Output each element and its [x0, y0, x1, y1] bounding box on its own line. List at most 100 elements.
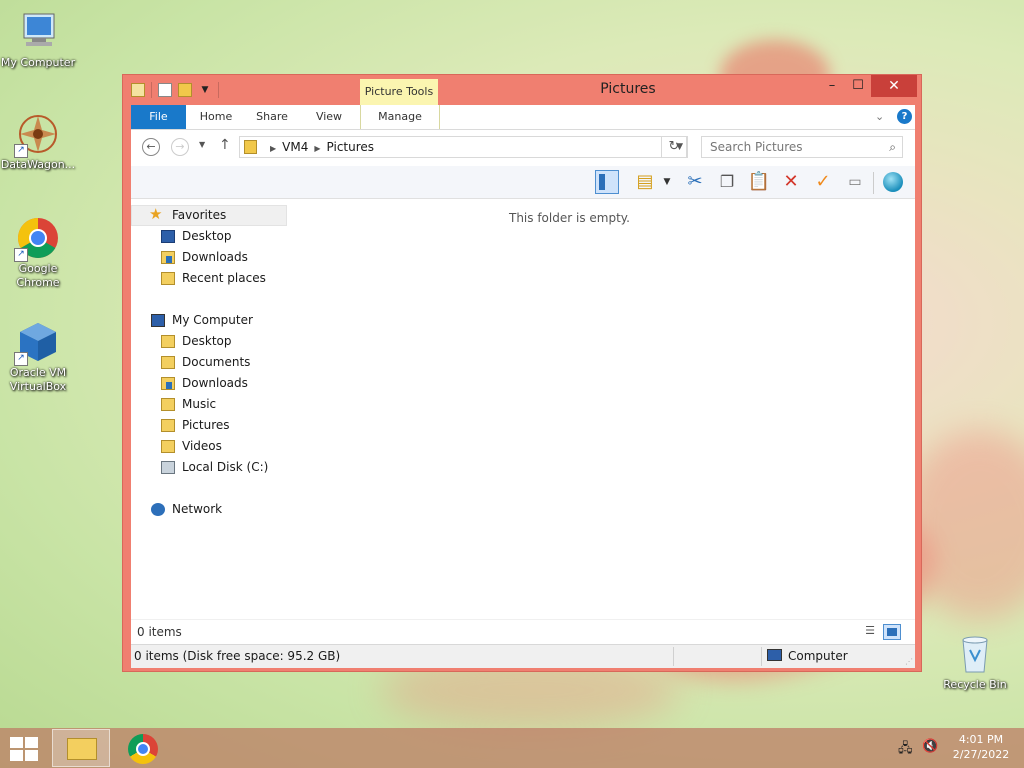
- search-input[interactable]: Search Pictures ⌕: [701, 136, 903, 158]
- preview-pane-button[interactable]: [595, 170, 619, 194]
- desktop-icon-recycle-bin[interactable]: Recycle Bin: [935, 632, 1015, 692]
- up-button[interactable]: ↑: [219, 137, 231, 153]
- nav-computer-desktop[interactable]: Desktop: [131, 331, 287, 352]
- page-icon[interactable]: [158, 83, 172, 97]
- title-bar[interactable]: ▼ Picture Tools Pictures – ☐ ✕: [123, 75, 921, 105]
- recycle-bin-icon: [953, 632, 997, 676]
- computer-icon: [16, 10, 60, 54]
- delete-icon[interactable]: ✕: [779, 170, 803, 194]
- network-tray-icon[interactable]: 🖧: [898, 739, 913, 761]
- nav-label: Favorites: [172, 208, 227, 222]
- tab-view[interactable]: View: [303, 105, 355, 129]
- clock-time: 4:01 PM: [958, 733, 1004, 746]
- nav-label: Downloads: [182, 250, 248, 264]
- status-divider: [673, 647, 674, 666]
- close-button[interactable]: ✕: [871, 75, 917, 97]
- large-icons-view-icon[interactable]: [883, 624, 901, 640]
- help-icon[interactable]: ?: [897, 109, 912, 124]
- command-toolbar: ▤ ▼ ✂ ❐ 📋 ✕ ✓ ▭: [131, 166, 915, 199]
- nav-computer-music[interactable]: Music: [131, 394, 287, 415]
- new-folder-icon[interactable]: [178, 83, 192, 97]
- nav-network[interactable]: Network: [131, 499, 287, 520]
- datawagon-icon: ↗: [14, 112, 60, 158]
- item-count: 0 items: [137, 625, 182, 639]
- nav-computer-videos[interactable]: Videos: [131, 436, 287, 457]
- copy-icon[interactable]: ❐: [715, 170, 739, 194]
- window-title: Pictures: [600, 81, 656, 97]
- nav-favorites-recent-places[interactable]: Recent places: [131, 268, 287, 289]
- nav-computer-downloads[interactable]: Downloads: [131, 373, 287, 394]
- address-field[interactable]: ▶ VM4 ▶ Pictures ▼: [239, 136, 688, 158]
- quick-access-toolbar: ▼: [131, 82, 219, 98]
- folder-properties-icon[interactable]: [131, 83, 145, 97]
- paste-icon[interactable]: 📋: [747, 170, 771, 194]
- search-placeholder: Search Pictures: [710, 140, 803, 154]
- music-folder-icon: [161, 398, 175, 411]
- breadcrumb-separator-icon[interactable]: ▶: [270, 144, 276, 153]
- desktop-folder-icon: [161, 335, 175, 348]
- nav-computer-local-disk[interactable]: Local Disk (C:): [131, 457, 287, 478]
- desktop-icon-label: Google Chrome: [16, 262, 60, 289]
- taskbar-file-explorer[interactable]: [52, 729, 110, 767]
- properties-chevron-down-icon[interactable]: ▼: [661, 170, 673, 194]
- tab-file[interactable]: File: [131, 105, 186, 129]
- nav-favorites-downloads[interactable]: Downloads: [131, 247, 287, 268]
- desktop-icon-my-computer[interactable]: My Computer: [0, 10, 78, 70]
- clock[interactable]: 4:01 PM 2/27/2022: [950, 732, 1012, 762]
- minimize-button[interactable]: –: [819, 75, 845, 97]
- nav-computer-documents[interactable]: Documents: [131, 352, 287, 373]
- nav-favorites-desktop[interactable]: Desktop: [131, 226, 287, 247]
- desktop-icon-label: DataWagon...: [0, 158, 76, 171]
- network-icon: [151, 503, 165, 516]
- properties-icon[interactable]: ▤: [633, 170, 657, 194]
- file-explorer-icon: [67, 738, 97, 760]
- clock-date: 2/27/2022: [952, 748, 1010, 761]
- nav-label: My Computer: [172, 313, 253, 327]
- nav-my-computer[interactable]: My Computer: [131, 310, 287, 331]
- tab-home[interactable]: Home: [191, 105, 241, 129]
- start-button[interactable]: [10, 737, 38, 761]
- nav-label: Network: [172, 502, 223, 516]
- computer-icon: [151, 314, 165, 327]
- breadcrumb-separator-icon[interactable]: ▶: [314, 144, 320, 153]
- nav-computer-pictures[interactable]: Pictures: [131, 415, 287, 436]
- windows-logo-pane: [25, 750, 38, 761]
- back-button[interactable]: ←: [142, 138, 160, 156]
- tab-share[interactable]: Share: [247, 105, 297, 129]
- desktop-icon-label: Oracle VM VirtualBox: [9, 366, 67, 393]
- details-view-icon[interactable]: ☰: [861, 624, 879, 640]
- desktop-icon-google-chrome[interactable]: ↗ Google Chrome: [0, 216, 78, 290]
- desktop-icon-label: My Computer: [0, 56, 76, 69]
- downloads-icon: [161, 251, 175, 264]
- breadcrumb-vm4[interactable]: VM4: [282, 140, 308, 154]
- search-icon: ⌕: [889, 140, 896, 154]
- forward-button[interactable]: →: [171, 138, 189, 156]
- chevron-down-icon[interactable]: ▼: [198, 83, 212, 97]
- nav-label: Desktop: [182, 334, 232, 348]
- nav-label: Pictures: [182, 418, 230, 432]
- resize-grip-icon[interactable]: ⋰: [905, 657, 913, 666]
- checkmark-icon[interactable]: ✓: [811, 170, 835, 194]
- recent-locations-chevron-icon[interactable]: ▼: [199, 140, 205, 149]
- nav-favorites[interactable]: ★ Favorites: [131, 205, 287, 226]
- desktop-icon-virtualbox[interactable]: ↗ Oracle VM VirtualBox: [0, 320, 78, 394]
- desktop-icon-datawagon[interactable]: ↗ DataWagon...: [0, 112, 78, 172]
- documents-folder-icon: [161, 356, 175, 369]
- tab-manage[interactable]: Manage: [360, 105, 440, 129]
- globe-icon[interactable]: [881, 170, 905, 194]
- address-bar-row: ← → ▼ ↑ ▶ VM4 ▶ Pictures ▼ ↻ Search Picture…: [131, 130, 915, 166]
- cut-icon[interactable]: ✂: [683, 170, 707, 194]
- expand-ribbon-icon[interactable]: ⌄: [875, 110, 884, 123]
- rename-icon[interactable]: ▭: [843, 170, 867, 194]
- nav-label: Music: [182, 397, 217, 411]
- computer-icon: [767, 649, 782, 661]
- refresh-button[interactable]: ↻: [661, 136, 687, 158]
- nav-label: Recent places: [182, 271, 266, 285]
- toolbar-divider: [151, 82, 152, 98]
- breadcrumb-pictures[interactable]: Pictures: [327, 140, 375, 154]
- videos-folder-icon: [161, 440, 175, 453]
- taskbar-chrome-icon[interactable]: [128, 734, 158, 764]
- recent-places-icon: [161, 272, 175, 285]
- volume-muted-icon[interactable]: 🔇: [922, 739, 938, 754]
- maximize-button[interactable]: ☐: [845, 75, 871, 97]
